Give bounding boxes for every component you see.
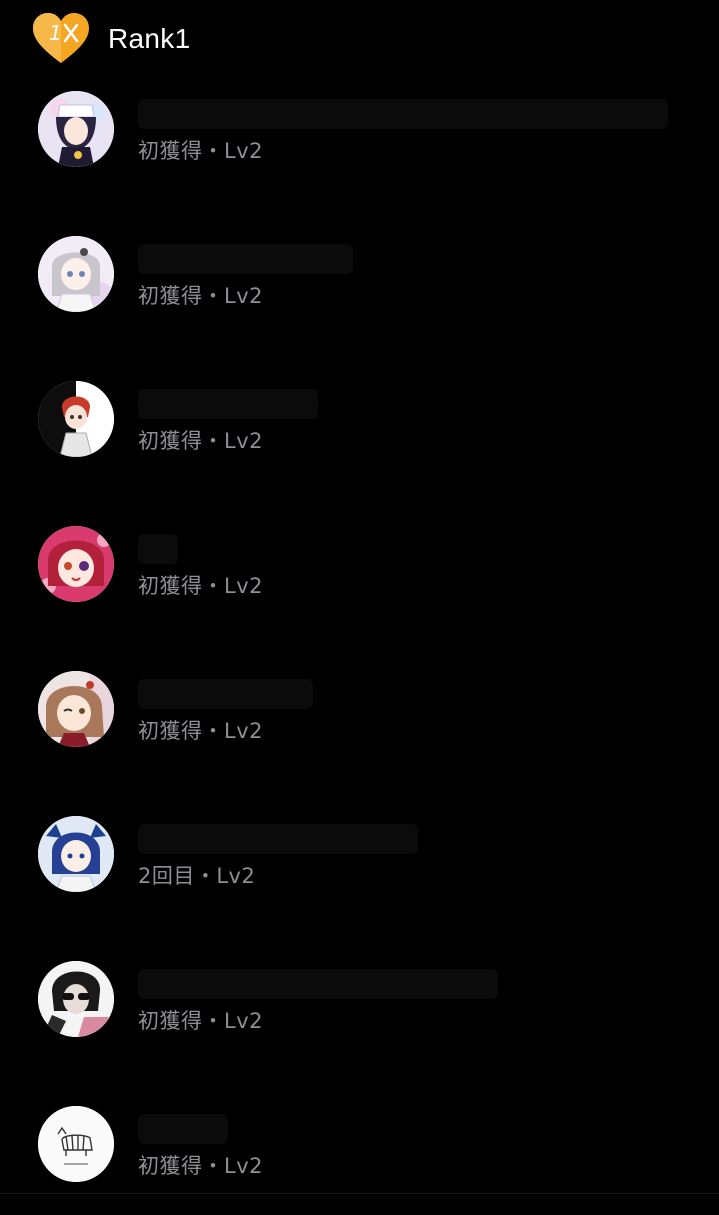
badge-number: 1 (49, 21, 62, 45)
avatar[interactable] (38, 961, 114, 1037)
entry-meta: 初獲得・Lv2 (138, 574, 263, 598)
username-redacted (138, 534, 178, 564)
username-redacted (138, 824, 418, 854)
entry-meta: 初獲得・Lv2 (138, 139, 263, 163)
username-redacted (138, 99, 668, 129)
avatar[interactable] (38, 91, 114, 167)
avatar[interactable] (38, 526, 114, 602)
username-redacted (138, 389, 318, 419)
entry-meta: 初獲得・Lv2 (138, 284, 263, 308)
username-redacted (138, 244, 353, 274)
rank-title: Rank1 (108, 23, 191, 54)
username-redacted (138, 1114, 228, 1144)
list-item[interactable]: 初獲得・Lv2 (0, 200, 719, 345)
list-item[interactable]: 初獲得・Lv2 (0, 925, 719, 1070)
entry-meta: 初獲得・Lv2 (138, 429, 263, 453)
list-item[interactable]: 初獲得・Lv2 (0, 490, 719, 635)
avatar[interactable] (38, 816, 114, 892)
username-redacted (138, 969, 498, 999)
avatar[interactable] (38, 236, 114, 312)
list-item[interactable]: 初獲得・Lv2 (0, 55, 719, 200)
list-item[interactable]: 2回目・Lv2 (0, 780, 719, 925)
divider (0, 1193, 719, 1194)
list-item[interactable]: 初獲得・Lv2 (0, 345, 719, 490)
avatar[interactable] (38, 381, 114, 457)
username-redacted (138, 679, 313, 709)
entry-meta: 2回目・Lv2 (138, 864, 256, 888)
avatar[interactable] (38, 671, 114, 747)
rank-list: 初獲得・Lv2 初獲得・Lv2 初獲得・Lv2 初獲得・Lv2 初獲得・Lv2 … (0, 55, 719, 1215)
entry-meta: 初獲得・Lv2 (138, 719, 263, 743)
avatar[interactable] (38, 1106, 114, 1182)
list-item[interactable]: 初獲得・Lv2 (0, 635, 719, 780)
entry-meta: 初獲得・Lv2 (138, 1009, 263, 1033)
entry-meta: 初獲得・Lv2 (138, 1154, 263, 1178)
